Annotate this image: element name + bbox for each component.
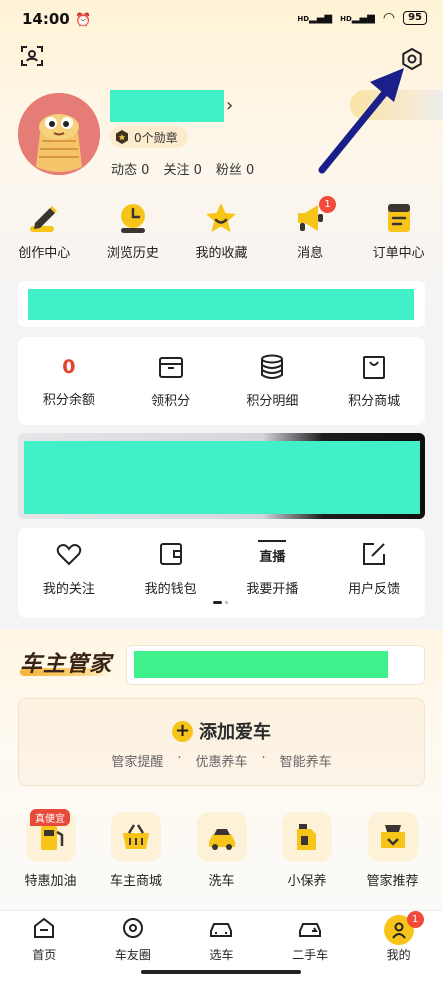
chevron-right-icon[interactable]: › (226, 95, 233, 116)
car-wash-icon (196, 812, 247, 862)
claim-points[interactable]: 领积分 (126, 354, 216, 409)
basket-icon (111, 812, 161, 862)
service-following[interactable]: 我的关注 (24, 540, 114, 597)
home-icon (34, 917, 55, 938)
clock-icon (120, 204, 145, 233)
points-card: 0 积分余额 领积分 积分明细 积分商城 (18, 337, 425, 425)
service-wallet[interactable]: 我的钱包 (126, 540, 216, 597)
quick-actions: 创作中心 浏览历史 我的收藏 消息 1 订单中心 (0, 196, 443, 261)
quick-action-messages[interactable]: 消息 1 (267, 196, 353, 261)
points-mall[interactable]: 积分商城 (329, 354, 419, 409)
service-minor-maintenance[interactable]: 小保养 (265, 812, 350, 889)
edit-icon (363, 543, 386, 565)
nav-home[interactable]: 首页 (4, 915, 84, 963)
butler-info-redacted (134, 651, 388, 678)
signal-icon: HD▂▄▆ (297, 12, 333, 24)
profile-stats: 动态 0 关注 0 粉丝 0 (111, 159, 254, 178)
recommend-icon (367, 812, 418, 862)
annotation-arrow-icon (318, 68, 404, 174)
plus-icon: + (172, 720, 193, 742)
page-indicator (213, 601, 228, 604)
oil-icon (282, 812, 332, 862)
avatar[interactable] (18, 93, 100, 175)
star-icon (206, 203, 237, 232)
pencil-icon (30, 206, 58, 232)
shopping-bag-icon (363, 355, 386, 379)
alarm-icon: ⏰ (74, 13, 92, 28)
avatar-illustration-icon (18, 93, 100, 175)
database-icon (261, 354, 284, 379)
service-feedback[interactable]: 用户反馈 (329, 540, 419, 597)
live-icon: 直播 (258, 540, 287, 568)
username-redacted[interactable] (110, 90, 224, 122)
quick-action-favorites[interactable]: 我的收藏 (178, 200, 264, 261)
discount-tag: 真便宜 (30, 809, 70, 826)
wifi-icon: ◠ (382, 10, 396, 26)
quick-action-history[interactable]: 浏览历史 (90, 200, 176, 261)
points-details[interactable]: 积分明细 (227, 354, 317, 409)
page-dot-active (213, 601, 222, 604)
message-badge: 1 (319, 196, 337, 213)
services-row: 我的关注 我的钱包 直播 我要开播 用户反馈 (18, 540, 425, 597)
car-icon (210, 923, 233, 937)
quick-action-creation-center[interactable]: 创作中心 (1, 200, 87, 261)
stat-posts[interactable]: 动态 0 (111, 159, 149, 178)
community-icon (122, 918, 143, 938)
service-owner-mall[interactable]: 车主商城 (94, 812, 179, 889)
car-butler-title: 车主管家 (20, 652, 113, 677)
scan-icon[interactable] (20, 44, 44, 68)
nav-used-car[interactable]: 二手车 (270, 915, 350, 963)
battery-icon: 95 (403, 11, 427, 25)
stat-following[interactable]: 关注 0 (163, 159, 201, 178)
page-dot (225, 601, 228, 604)
medal-badge[interactable]: 0个勋章 (110, 126, 188, 148)
service-fuel-discount[interactable]: 真便宜 特惠加油 (8, 809, 93, 889)
service-butler-recommend[interactable]: 管家推荐 (350, 812, 435, 889)
service-car-wash[interactable]: 洗车 (179, 812, 264, 889)
bottom-nav-items: 首页 车友圈 选车 二手车 我的 1 (0, 911, 443, 963)
add-car-button[interactable]: + 添加爱车 (0, 718, 443, 744)
nav-choose-car[interactable]: 选车 (181, 915, 261, 963)
wallet-icon (159, 543, 182, 565)
service-go-live[interactable]: 直播 我要开播 (227, 540, 317, 597)
home-indicator[interactable] (141, 970, 301, 974)
signal-icon: HD▂▄▆ (340, 12, 375, 24)
used-car-icon (299, 923, 322, 937)
status-icons: HD▂▄▆ HD▂▄▆ ◠ 95 (297, 10, 427, 26)
stat-fans[interactable]: 粉丝 0 (216, 159, 254, 178)
box-icon (158, 356, 183, 378)
add-car-features: 管家提醒 · 优惠养车 · 智能养车 (111, 751, 332, 770)
medal-icon (116, 130, 128, 144)
nav-me[interactable]: 我的 1 (359, 911, 439, 963)
heart-icon (56, 544, 82, 566)
points-balance[interactable]: 0 积分余额 (24, 355, 114, 408)
me-badge: 1 (406, 911, 424, 928)
quick-action-orders[interactable]: 订单中心 (356, 200, 442, 261)
badge-count: 0个勋章 (134, 130, 178, 145)
status-time: 14:00 ⏰ (22, 10, 92, 28)
nav-community[interactable]: 车友圈 (93, 915, 173, 963)
car-services-row: 真便宜 特惠加油 车主商城 洗车 小保养 管家推荐 (8, 809, 435, 889)
car-ad-redacted (24, 441, 420, 514)
promo-banner-redacted (28, 289, 414, 320)
order-icon (387, 204, 410, 232)
